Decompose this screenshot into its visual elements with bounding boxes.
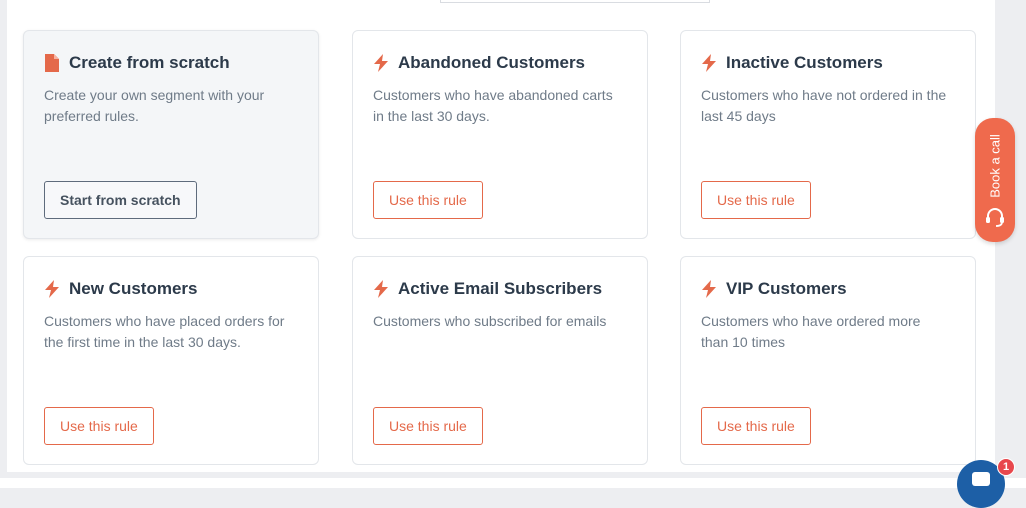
- book-a-call-label: Book a call: [987, 134, 1003, 198]
- card-title: Active Email Subscribers: [398, 279, 603, 298]
- bottom-strip: [0, 478, 1026, 488]
- card-title: New Customers: [69, 279, 198, 298]
- use-this-rule-button[interactable]: Use this rule: [373, 407, 483, 445]
- card-description: Customers who have not ordered in the la…: [701, 87, 947, 124]
- card-title-row: VIP Customers: [701, 279, 847, 299]
- use-this-rule-button[interactable]: Use this rule: [373, 181, 483, 219]
- lightning-icon: [374, 54, 388, 72]
- lightning-icon: [702, 54, 716, 72]
- card-title: VIP Customers: [726, 279, 847, 298]
- card-title: Abandoned Customers: [398, 53, 586, 72]
- card-active-email-subscribers: Active Email Subscribers Customers who s…: [352, 256, 648, 465]
- lightning-icon: [702, 280, 716, 298]
- start-from-scratch-button[interactable]: Start from scratch: [44, 181, 197, 219]
- card-title-row: Create from scratch: [44, 53, 230, 73]
- top-tab-indicator: [440, 0, 710, 3]
- card-description: Customers who have placed orders for the…: [44, 313, 285, 350]
- headset-icon: [986, 208, 1004, 227]
- card-description: Customers who subscribed for emails: [373, 313, 607, 329]
- card-description: Customers who have abandoned carts in th…: [373, 87, 613, 124]
- card-title-row: Active Email Subscribers: [373, 279, 602, 299]
- lightning-icon: [374, 280, 388, 298]
- card-title-row: New Customers: [44, 279, 197, 299]
- card-inactive-customers: Inactive Customers Customers who have no…: [680, 30, 976, 239]
- book-a-call-button[interactable]: Book a call: [975, 118, 1015, 242]
- card-title-row: Inactive Customers: [701, 53, 883, 73]
- card-title-row: Abandoned Customers: [373, 53, 585, 73]
- use-this-rule-button[interactable]: Use this rule: [701, 181, 811, 219]
- use-this-rule-button[interactable]: Use this rule: [701, 407, 811, 445]
- use-this-rule-button[interactable]: Use this rule: [44, 407, 154, 445]
- card-vip-customers: VIP Customers Customers who have ordered…: [680, 256, 976, 465]
- card-abandoned-customers: Abandoned Customers Customers who have a…: [352, 30, 648, 239]
- card-title: Inactive Customers: [726, 53, 883, 72]
- card-description: Create your own segment with your prefer…: [44, 87, 265, 124]
- card-create-from-scratch: Create from scratch Create your own segm…: [23, 30, 319, 239]
- chat-notification-badge: 1: [997, 458, 1015, 476]
- card-description: Customers who have ordered more than 10 …: [701, 313, 921, 350]
- document-icon: [45, 54, 59, 72]
- card-new-customers: New Customers Customers who have placed …: [23, 256, 319, 465]
- card-title: Create from scratch: [69, 53, 230, 72]
- lightning-icon: [45, 280, 59, 298]
